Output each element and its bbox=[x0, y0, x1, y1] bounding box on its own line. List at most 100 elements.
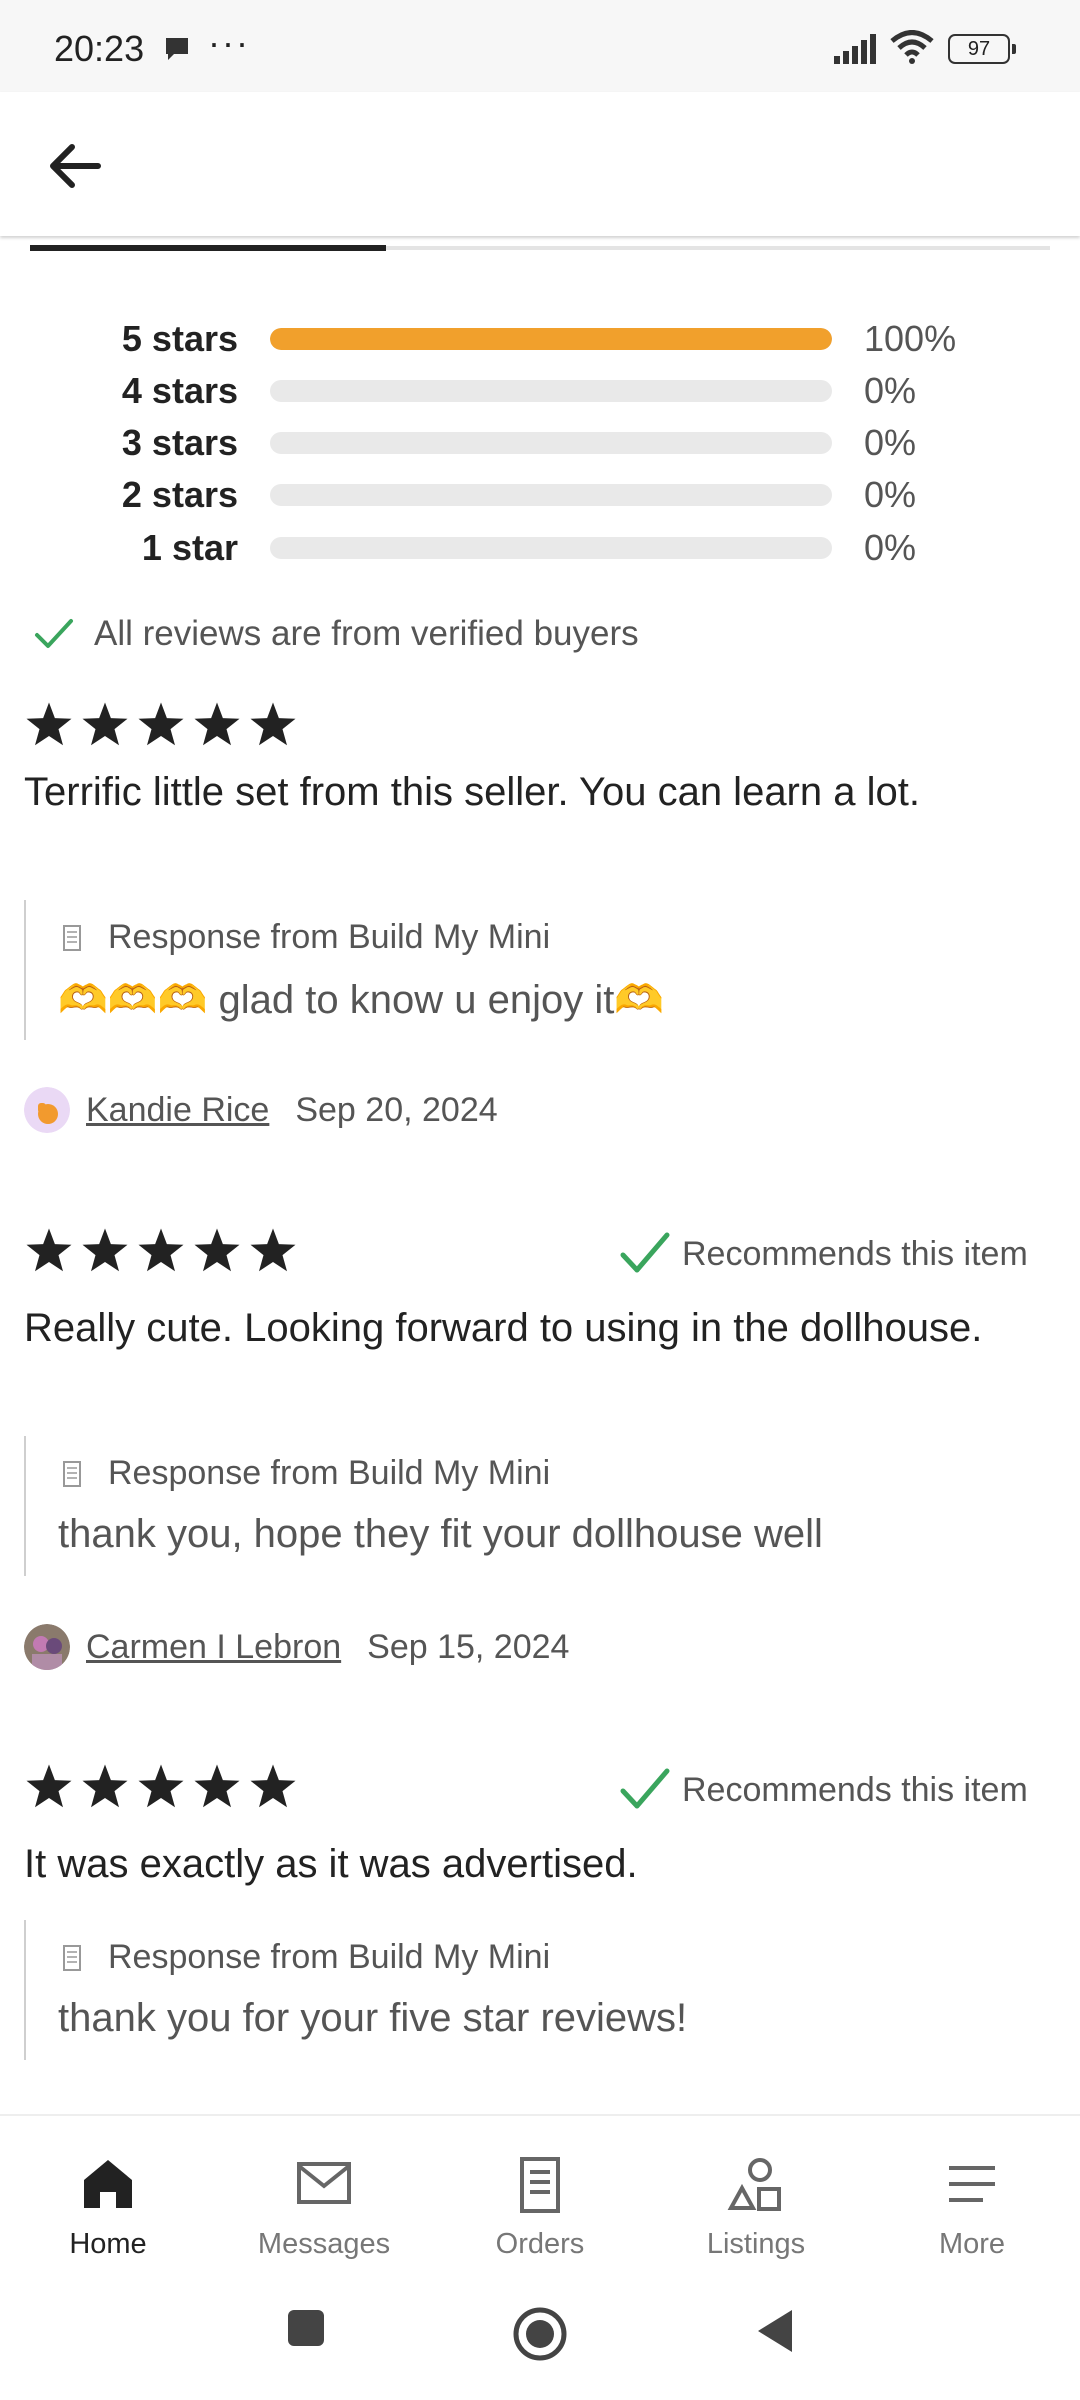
document-icon bbox=[520, 2157, 560, 2213]
nav-label: More bbox=[938, 2228, 1006, 2260]
response-label: Response from Build My Mini bbox=[108, 918, 551, 956]
star-icon bbox=[26, 702, 72, 746]
star-icon bbox=[26, 1764, 72, 1808]
review-date: Sep 20, 2024 bbox=[295, 1090, 498, 1129]
rating-row-3: 3 stars 0% bbox=[0, 418, 1080, 470]
recommends-text: Recommends this item bbox=[682, 1770, 1028, 1809]
rating-label: 3 stars bbox=[121, 422, 238, 463]
rating-label: 4 stars bbox=[121, 370, 238, 411]
star-rating bbox=[24, 700, 298, 750]
check-icon bbox=[620, 1232, 670, 1273]
nav-listings[interactable]: Listings bbox=[648, 2116, 864, 2286]
square-icon bbox=[288, 2310, 324, 2346]
nav-label: Messages bbox=[257, 2228, 391, 2260]
tab-indicator-active bbox=[30, 245, 386, 251]
star-icon bbox=[194, 1228, 240, 1272]
star-icon bbox=[138, 702, 184, 746]
rating-bar bbox=[270, 328, 832, 350]
response-text: 🫶🫶🫶 glad to know u enjoy it🫶 bbox=[58, 978, 665, 1022]
response-text: thank you for your five star reviews! bbox=[58, 1996, 688, 2040]
star-icon bbox=[138, 1764, 184, 1808]
nav-label: Listings bbox=[706, 2228, 806, 2260]
triangle-back-icon bbox=[758, 2310, 792, 2352]
rating-percent: 0% bbox=[864, 370, 917, 411]
seller-response: Response from Build My Mini thank you fo… bbox=[24, 1920, 1026, 2060]
circle-icon bbox=[513, 2307, 567, 2361]
back-button[interactable] bbox=[36, 128, 112, 204]
status-bar: 20:23 ··· 97 bbox=[0, 0, 1080, 92]
signal-icon bbox=[834, 34, 878, 69]
recents-button[interactable] bbox=[284, 2306, 328, 2355]
check-icon bbox=[35, 619, 73, 648]
star-icon bbox=[250, 1228, 296, 1272]
review-author: Carmen I Lebron Sep 15, 2024 bbox=[24, 1621, 569, 1673]
star-rating bbox=[24, 1762, 298, 1812]
star-icon bbox=[250, 702, 296, 746]
status-time: 20:23 bbox=[54, 28, 145, 69]
rating-bar bbox=[270, 432, 832, 454]
avatar[interactable] bbox=[24, 1624, 70, 1670]
nav-label: Home bbox=[69, 2228, 147, 2260]
response-label: Response from Build My Mini bbox=[108, 1938, 551, 1976]
rating-bar-fill bbox=[270, 328, 832, 350]
nav-messages[interactable]: Messages bbox=[216, 2116, 432, 2286]
review-text: Terrific little set from this seller. Yo… bbox=[24, 770, 920, 814]
author-name-link[interactable]: Kandie Rice bbox=[86, 1091, 269, 1130]
star-icon bbox=[194, 702, 240, 746]
nav-home[interactable]: Home bbox=[0, 2116, 216, 2286]
rating-bar bbox=[270, 537, 832, 559]
verified-text: All reviews are from verified buyers bbox=[94, 614, 639, 653]
wifi-icon bbox=[890, 30, 934, 69]
nav-orders[interactable]: Orders bbox=[432, 2116, 648, 2286]
shop-logo-icon bbox=[63, 1460, 81, 1487]
rating-percent: 100% bbox=[864, 318, 957, 359]
rating-percent: 0% bbox=[864, 422, 917, 463]
author-name-link[interactable]: Carmen I Lebron bbox=[86, 1628, 341, 1667]
arrow-left-icon bbox=[50, 144, 101, 188]
rating-label: 5 stars bbox=[121, 318, 238, 359]
rating-row-4: 4 stars 0% bbox=[0, 366, 1080, 418]
shop-logo-icon bbox=[63, 924, 81, 951]
avatar[interactable] bbox=[24, 1087, 70, 1133]
recommends-badge: Recommends this item bbox=[620, 1226, 1028, 1282]
verified-buyers-note: All reviews are from verified buyers bbox=[34, 608, 639, 660]
review-date: Sep 15, 2024 bbox=[367, 1627, 570, 1666]
nav-more[interactable]: More bbox=[864, 2116, 1080, 2286]
review-author: Kandie Rice Sep 20, 2024 bbox=[24, 1084, 498, 1136]
shapes-icon bbox=[727, 2158, 781, 2211]
star-icon bbox=[26, 1228, 72, 1272]
nav-label: Orders bbox=[495, 2228, 585, 2260]
menu-icon bbox=[949, 2166, 995, 2202]
star-icon bbox=[250, 1764, 296, 1808]
response-text: thank you, hope they fit your dollhouse … bbox=[58, 1512, 823, 1556]
star-icon bbox=[82, 702, 128, 746]
seller-response: Response from Build My Mini thank you, h… bbox=[24, 1436, 1026, 1576]
battery-icon: 97 bbox=[948, 34, 1016, 64]
rating-label: 1 star bbox=[141, 527, 238, 568]
rating-bar bbox=[270, 484, 832, 506]
review-text: Really cute. Looking forward to using in… bbox=[24, 1306, 983, 1350]
rating-row-1: 1 star 0% bbox=[0, 523, 1080, 575]
bottom-navigation: Home Messages Orders Listings More bbox=[0, 2114, 1080, 2286]
back-system-button[interactable] bbox=[752, 2306, 796, 2361]
rating-row-2: 2 stars 0% bbox=[0, 470, 1080, 522]
chat-notification-icon bbox=[162, 34, 192, 69]
rating-row-5: 5 stars 100% bbox=[0, 314, 1080, 366]
home-system-button[interactable] bbox=[512, 2306, 568, 2367]
rating-percent: 0% bbox=[864, 474, 917, 515]
app-bar bbox=[0, 92, 1080, 236]
rating-bar bbox=[270, 380, 832, 402]
recommends-text: Recommends this item bbox=[682, 1234, 1028, 1273]
star-icon bbox=[138, 1228, 184, 1272]
rating-percent: 0% bbox=[864, 527, 917, 568]
check-icon bbox=[620, 1768, 670, 1809]
shop-logo-icon bbox=[63, 1944, 81, 1971]
more-notifications-icon: ··· bbox=[208, 22, 250, 63]
rating-label: 2 stars bbox=[121, 474, 238, 515]
response-label: Response from Build My Mini bbox=[108, 1454, 551, 1492]
home-icon bbox=[84, 2160, 132, 2208]
star-icon bbox=[194, 1764, 240, 1808]
review-text: It was exactly as it was advertised. bbox=[24, 1842, 638, 1886]
star-icon bbox=[82, 1228, 128, 1272]
envelope-icon bbox=[297, 2162, 351, 2204]
